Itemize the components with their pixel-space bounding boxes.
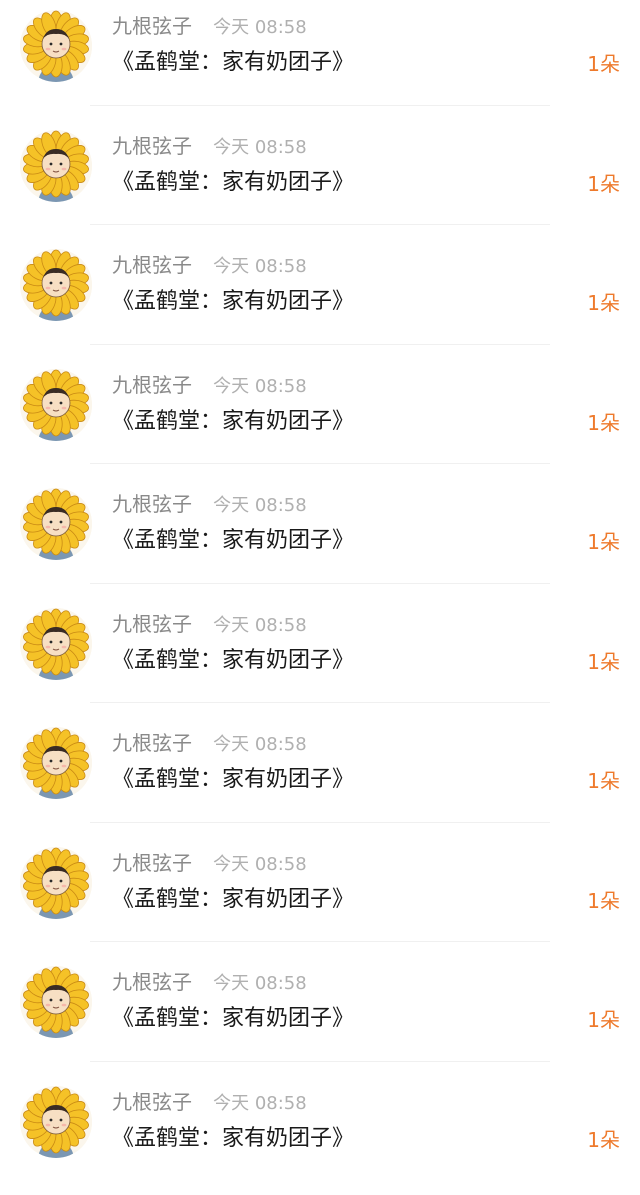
work-title[interactable]: 《孟鹤堂：家有奶团子》 [112,44,354,82]
user-name[interactable]: 九根弦子 [112,492,192,516]
sunflower-avatar-icon[interactable] [20,369,92,441]
flower-count: 1朵 [587,1124,620,1156]
divider [90,463,550,464]
work-title[interactable]: 《孟鹤堂：家有奶团子》 [112,164,354,202]
timestamp: 今天 08:58 [213,734,307,755]
item-meta: 九根弦子 今天 08:58 [112,729,307,757]
list-item[interactable]: 九根弦子 今天 08:58 《孟鹤堂：家有奶团子》 1朵 [0,1076,640,1195]
timestamp: 今天 08:58 [213,854,307,875]
work-title[interactable]: 《孟鹤堂：家有奶团子》 [112,642,354,680]
flower-count: 1朵 [587,765,620,797]
list-item[interactable]: 九根弦子 今天 08:58 《孟鹤堂：家有奶团子》 1朵 [0,359,640,479]
divider [90,224,550,225]
flower-count: 1朵 [587,646,620,678]
timestamp: 今天 08:58 [213,973,307,994]
timestamp: 今天 08:58 [213,376,307,397]
sunflower-avatar-icon[interactable] [20,130,92,202]
item-meta: 九根弦子 今天 08:58 [112,490,307,518]
user-name[interactable]: 九根弦子 [112,253,192,277]
divider [90,702,550,703]
item-meta: 九根弦子 今天 08:58 [112,849,307,877]
work-title[interactable]: 《孟鹤堂：家有奶团子》 [112,1120,354,1158]
work-title[interactable]: 《孟鹤堂：家有奶团子》 [112,403,354,441]
divider [90,1061,550,1062]
list-item[interactable]: 九根弦子 今天 08:58 《孟鹤堂：家有奶团子》 1朵 [0,478,640,598]
work-title[interactable]: 《孟鹤堂：家有奶团子》 [112,283,354,321]
timestamp: 今天 08:58 [213,137,307,158]
sunflower-avatar-icon[interactable] [20,727,92,799]
divider [90,344,550,345]
flower-count: 1朵 [587,885,620,917]
user-name[interactable]: 九根弦子 [112,1090,192,1114]
flower-count: 1朵 [587,168,620,200]
flower-count: 1朵 [587,48,620,80]
timestamp: 今天 08:58 [213,495,307,516]
timestamp: 今天 08:58 [213,615,307,636]
sunflower-avatar-icon[interactable] [20,966,92,1038]
user-name[interactable]: 九根弦子 [112,612,192,636]
sunflower-avatar-icon[interactable] [20,608,92,680]
work-title[interactable]: 《孟鹤堂：家有奶团子》 [112,522,354,560]
work-title[interactable]: 《孟鹤堂：家有奶团子》 [112,761,354,799]
item-meta: 九根弦子 今天 08:58 [112,12,307,40]
sunflower-avatar-icon[interactable] [20,847,92,919]
list-item[interactable]: 九根弦子 今天 08:58 《孟鹤堂：家有奶团子》 1朵 [0,0,640,120]
timestamp: 今天 08:58 [213,1093,307,1114]
divider [90,583,550,584]
item-meta: 九根弦子 今天 08:58 [112,132,307,160]
list-item[interactable]: 九根弦子 今天 08:58 《孟鹤堂：家有奶团子》 1朵 [0,120,640,240]
list-item[interactable]: 九根弦子 今天 08:58 《孟鹤堂：家有奶团子》 1朵 [0,837,640,957]
sunflower-avatar-icon[interactable] [20,249,92,321]
list-item[interactable]: 九根弦子 今天 08:58 《孟鹤堂：家有奶团子》 1朵 [0,598,640,718]
sunflower-avatar-icon[interactable] [20,1086,92,1158]
item-meta: 九根弦子 今天 08:58 [112,1088,307,1116]
flower-count: 1朵 [587,1004,620,1036]
divider [90,822,550,823]
user-name[interactable]: 九根弦子 [112,14,192,38]
list-item[interactable]: 九根弦子 今天 08:58 《孟鹤堂：家有奶团子》 1朵 [0,717,640,837]
user-name[interactable]: 九根弦子 [112,970,192,994]
user-name[interactable]: 九根弦子 [112,373,192,397]
list-item[interactable]: 九根弦子 今天 08:58 《孟鹤堂：家有奶团子》 1朵 [0,239,640,359]
item-meta: 九根弦子 今天 08:58 [112,251,307,279]
work-title[interactable]: 《孟鹤堂：家有奶团子》 [112,1000,354,1038]
list-item[interactable]: 九根弦子 今天 08:58 《孟鹤堂：家有奶团子》 1朵 [0,956,640,1076]
divider [90,941,550,942]
sunflower-avatar-icon[interactable] [20,10,92,82]
gift-record-list: 九根弦子 今天 08:58 《孟鹤堂：家有奶团子》 1朵 九根弦子 今天 08:… [0,0,640,1190]
user-name[interactable]: 九根弦子 [112,134,192,158]
work-title[interactable]: 《孟鹤堂：家有奶团子》 [112,881,354,919]
item-meta: 九根弦子 今天 08:58 [112,610,307,638]
timestamp: 今天 08:58 [213,256,307,277]
flower-count: 1朵 [587,407,620,439]
item-meta: 九根弦子 今天 08:58 [112,371,307,399]
item-meta: 九根弦子 今天 08:58 [112,968,307,996]
user-name[interactable]: 九根弦子 [112,851,192,875]
timestamp: 今天 08:58 [213,17,307,38]
divider [90,105,550,106]
sunflower-avatar-icon[interactable] [20,488,92,560]
flower-count: 1朵 [587,287,620,319]
flower-count: 1朵 [587,526,620,558]
user-name[interactable]: 九根弦子 [112,731,192,755]
